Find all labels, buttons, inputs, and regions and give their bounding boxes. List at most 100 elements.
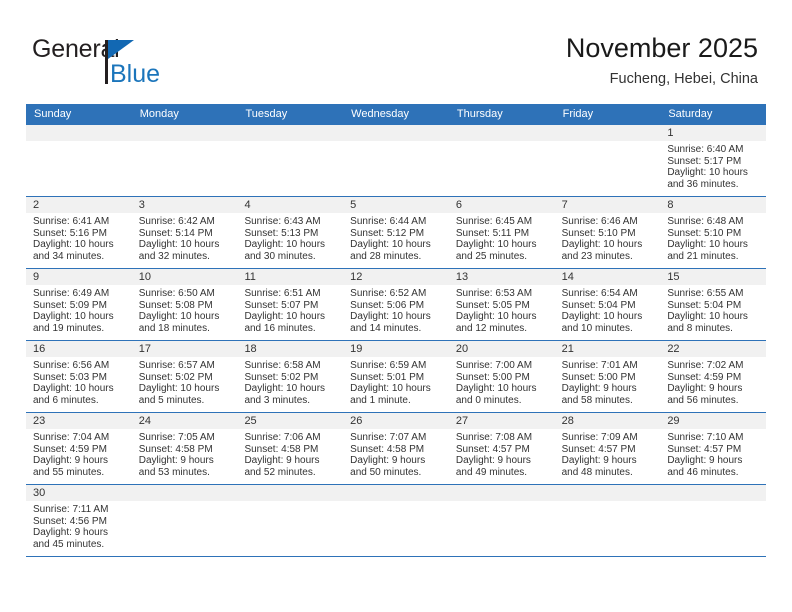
calendar-day-cell[interactable]: 9 Sunrise: 6:49 AM Sunset: 5:09 PM Daylight… (26, 269, 132, 340)
daylight-text-line1: Daylight: 10 hours (244, 239, 326, 251)
calendar-day-cell[interactable]: 18 Sunrise: 6:58 AM Sunset: 5:02 PM Dayligh… (237, 341, 344, 412)
calendar-day-cell[interactable]: 3 Sunrise: 6:42 AM Sunset: 5:14 PM Daylight… (131, 197, 238, 268)
day-sun-info: Sunrise: 7:00 AM Sunset: 5:00 PM Daylight:… (449, 357, 555, 406)
day-number: 8 (660, 197, 767, 213)
calendar-day-cell[interactable]: 19 Sunrise: 6:59 AM Sunset: 5:01 PM Dayligh… (343, 341, 449, 412)
day-number (554, 485, 661, 501)
day-sun-info: Sunrise: 7:08 AM Sunset: 4:57 PM Daylight:… (449, 429, 555, 478)
daylight-text-line2: and 21 minutes. (667, 250, 739, 262)
sunrise-text: Sunrise: 7:04 AM (33, 432, 110, 443)
day-sun-info: Sunrise: 6:54 AM Sunset: 5:04 PM Daylight:… (555, 285, 661, 334)
day-sun-info: Sunrise: 7:05 AM Sunset: 4:58 PM Daylight:… (132, 429, 238, 478)
calendar-day-cell[interactable]: 1 Sunrise: 6:40 AM Sunset: 5:17 PM Daylight… (660, 125, 767, 196)
sunrise-text: Sunrise: 7:05 AM (138, 432, 215, 443)
daylight-text-line2: and 49 minutes. (455, 466, 528, 478)
daylight-text-line1: Daylight: 10 hours (667, 311, 748, 323)
calendar-day-cell[interactable]: 21 Sunrise: 7:01 AM Sunset: 5:00 PM Dayligh… (554, 341, 661, 412)
daylight-text-line2: and 30 minutes. (244, 250, 316, 262)
sunrise-text: Sunrise: 6:53 AM (455, 288, 533, 299)
calendar-day-cell[interactable]: 28 Sunrise: 7:09 AM Sunset: 4:57 PM Dayligh… (554, 413, 661, 484)
day-sun-info: Sunrise: 6:46 AM Sunset: 5:10 PM Daylight:… (555, 213, 661, 262)
day-sun-info: Sunrise: 6:43 AM Sunset: 5:13 PM Daylight:… (237, 213, 343, 262)
calendar-day-cell[interactable]: 6 Sunrise: 6:45 AM Sunset: 5:11 PM Daylight… (448, 197, 555, 268)
day-number: 11 (237, 269, 344, 285)
sunrise-text: Sunrise: 7:02 AM (667, 360, 744, 371)
calendar-day-cell[interactable]: 23 Sunrise: 7:04 AM Sunset: 4:59 PM Dayligh… (26, 413, 132, 484)
sunrise-text: Sunrise: 6:52 AM (350, 288, 427, 299)
day-number: 25 (237, 413, 344, 429)
calendar-bottom-rule (26, 556, 766, 557)
day-number: 17 (131, 341, 238, 357)
sunrise-text: Sunrise: 6:42 AM (138, 216, 215, 227)
sunrise-text: Sunrise: 7:01 AM (561, 360, 638, 371)
calendar-day-cell[interactable]: 2 Sunrise: 6:41 AM Sunset: 5:16 PM Daylight… (26, 197, 132, 268)
daylight-text-line1: Daylight: 10 hours (455, 311, 537, 323)
calendar-day-cell-empty (237, 125, 344, 196)
daylight-text-line1: Daylight: 10 hours (561, 239, 643, 251)
calendar-day-cell[interactable]: 22 Sunrise: 7:02 AM Sunset: 4:59 PM Dayligh… (660, 341, 767, 412)
calendar-day-cell[interactable]: 13 Sunrise: 6:53 AM Sunset: 5:05 PM Dayligh… (448, 269, 555, 340)
calendar-day-cell[interactable]: 12 Sunrise: 6:52 AM Sunset: 5:06 PM Dayligh… (343, 269, 449, 340)
day-number: 1 (660, 125, 767, 141)
calendar-day-cell[interactable]: 30 Sunrise: 7:11 AM Sunset: 4:56 PM Dayligh… (26, 485, 132, 556)
sunrise-text: Sunrise: 7:09 AM (561, 432, 638, 443)
weekday-header-row: Sunday Monday Tuesday Wednesday Thursday Frid… (26, 104, 766, 125)
calendar-day-cell[interactable]: 26 Sunrise: 7:07 AM Sunset: 4:58 PM Dayligh… (343, 413, 449, 484)
sunset-text: Sunset: 5:01 PM (350, 371, 425, 383)
sunset-text: Sunset: 5:00 PM (455, 371, 530, 383)
daylight-text-line2: and 5 minutes. (138, 394, 205, 406)
daylight-text-line2: and 1 minute. (350, 394, 411, 406)
calendar-day-cell[interactable]: 25 Sunrise: 7:06 AM Sunset: 4:58 PM Dayligh… (237, 413, 344, 484)
day-sun-info: Sunrise: 6:42 AM Sunset: 5:14 PM Daylight:… (132, 213, 238, 262)
calendar-day-cell[interactable]: 15 Sunrise: 6:55 AM Sunset: 5:04 PM Dayligh… (660, 269, 767, 340)
day-sun-info: Sunrise: 6:51 AM Sunset: 5:07 PM Daylight:… (237, 285, 343, 334)
calendar-day-cell[interactable]: 14 Sunrise: 6:54 AM Sunset: 5:04 PM Dayligh… (554, 269, 661, 340)
calendar-day-cell[interactable]: 4 Sunrise: 6:43 AM Sunset: 5:13 PM Daylight… (237, 197, 344, 268)
day-sun-info: Sunrise: 6:49 AM Sunset: 5:09 PM Daylight:… (26, 285, 132, 334)
day-sun-info: Sunrise: 7:02 AM Sunset: 4:59 PM Daylight:… (660, 357, 766, 406)
calendar-day-cell-empty (448, 485, 555, 556)
day-number (237, 125, 344, 141)
day-number: 26 (343, 413, 449, 429)
calendar-day-cell[interactable]: 10 Sunrise: 6:50 AM Sunset: 5:08 PM Dayligh… (131, 269, 238, 340)
day-number: 10 (131, 269, 238, 285)
day-number (131, 485, 238, 501)
sunset-text: Sunset: 4:58 PM (350, 443, 425, 455)
day-number: 3 (131, 197, 238, 213)
calendar-day-cell[interactable]: 17 Sunrise: 6:57 AM Sunset: 5:02 PM Dayligh… (131, 341, 238, 412)
daylight-text-line2: and 50 minutes. (350, 466, 422, 478)
sunset-text: Sunset: 5:12 PM (350, 227, 425, 239)
day-number: 30 (26, 485, 132, 501)
calendar-day-cell[interactable]: 27 Sunrise: 7:08 AM Sunset: 4:57 PM Dayligh… (448, 413, 555, 484)
calendar-day-cell[interactable]: 16 Sunrise: 6:56 AM Sunset: 5:03 PM Dayligh… (26, 341, 132, 412)
weekday-header-friday: Friday (562, 108, 594, 120)
calendar-day-cell[interactable]: 7 Sunrise: 6:46 AM Sunset: 5:10 PM Daylight… (554, 197, 661, 268)
calendar-day-cell[interactable]: 24 Sunrise: 7:05 AM Sunset: 4:58 PM Dayligh… (131, 413, 238, 484)
daylight-text-line1: Daylight: 9 hours (561, 383, 637, 395)
daylight-text-line1: Daylight: 10 hours (33, 239, 114, 251)
day-number: 23 (26, 413, 132, 429)
page-header: General Blue November 2025 Fucheng, Hebe… (0, 0, 792, 100)
day-number: 4 (237, 197, 344, 213)
weekday-header-thursday: Thursday (456, 108, 503, 120)
sunset-text: Sunset: 5:10 PM (561, 227, 636, 239)
daylight-text-line2: and 46 minutes. (667, 466, 739, 478)
calendar-day-cell-empty (131, 485, 238, 556)
sunset-text: Sunset: 5:05 PM (455, 299, 530, 311)
daylight-text-line1: Daylight: 10 hours (667, 167, 748, 179)
day-number (448, 485, 555, 501)
calendar-day-cell[interactable]: 20 Sunrise: 7:00 AM Sunset: 5:00 PM Dayligh… (448, 341, 555, 412)
calendar-day-cell[interactable]: 5 Sunrise: 6:44 AM Sunset: 5:12 PM Daylight… (343, 197, 449, 268)
sunrise-text: Sunrise: 6:43 AM (244, 216, 321, 227)
daylight-text-line1: Daylight: 9 hours (455, 455, 531, 467)
calendar-day-cell[interactable]: 29 Sunrise: 7:10 AM Sunset: 4:57 PM Dayligh… (660, 413, 767, 484)
calendar-day-cell[interactable]: 8 Sunrise: 6:48 AM Sunset: 5:10 PM Daylight… (660, 197, 767, 268)
sunset-text: Sunset: 5:02 PM (138, 371, 213, 383)
calendar-day-cell[interactable]: 11 Sunrise: 6:51 AM Sunset: 5:07 PM Dayligh… (237, 269, 344, 340)
location-subtitle: Fucheng, Hebei, China (609, 71, 758, 87)
general-blue-logo[interactable]: General Blue (32, 36, 212, 92)
sunset-text: Sunset: 5:03 PM (33, 371, 107, 383)
day-number: 5 (343, 197, 449, 213)
sunrise-text: Sunrise: 7:00 AM (455, 360, 533, 371)
day-sun-info: Sunrise: 6:50 AM Sunset: 5:08 PM Daylight:… (132, 285, 238, 334)
